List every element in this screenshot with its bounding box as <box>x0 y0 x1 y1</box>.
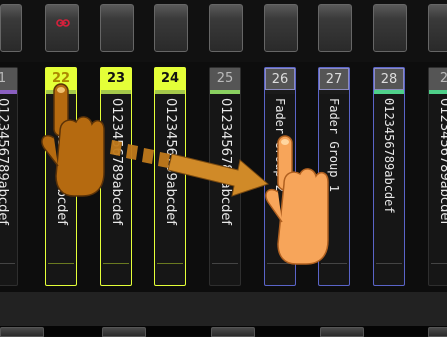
channel-color-stripe <box>319 90 349 94</box>
channel-color-stripe <box>0 90 17 94</box>
channel-strip[interactable]: 2 0123456789abcdef <box>428 67 447 286</box>
channel-number: 2 <box>429 68 447 90</box>
channel-footer <box>0 263 15 283</box>
channel-footer <box>431 263 447 283</box>
link-icon <box>56 19 70 27</box>
channel-number: 26 <box>265 68 295 90</box>
channel-name-label: 0123456789abcdef <box>437 98 447 225</box>
channel-strip[interactable]: 23 0123456789abcdef <box>100 67 132 286</box>
top-bar-button[interactable] <box>264 4 298 52</box>
channel-name-label: 0123456789abcdef <box>54 98 69 225</box>
channel-number: 1 <box>0 68 17 90</box>
channel-number: 24 <box>155 68 185 90</box>
channel-strip[interactable]: 27 Fader Group 1 <box>318 67 350 286</box>
channel-color-stripe <box>101 90 131 94</box>
lower-panel <box>0 292 447 326</box>
channel-strip[interactable]: 22 0123456789abcdef <box>45 67 77 286</box>
channel-number: 28 <box>374 68 404 90</box>
channel-name-label: 0123456789abcdef <box>163 98 178 225</box>
channel-name-label: 0123456789abcdef <box>0 98 10 225</box>
channel-color-stripe <box>429 90 447 94</box>
channel-number: 27 <box>319 68 349 90</box>
channel-name-label: Fader Group 2 <box>273 98 287 192</box>
channel-strip[interactable]: 26 Fader Group 2 <box>264 67 296 286</box>
channel-strip[interactable]: 1 0123456789abcdef <box>0 67 18 286</box>
channel-name-label: Fader Group 1 <box>327 98 341 192</box>
channel-name-label: 0123456789abcdef <box>218 98 233 225</box>
channel-footer <box>376 263 402 283</box>
channel-strip[interactable]: 24 0123456789abcdef <box>154 67 186 286</box>
channel-color-stripe <box>155 90 185 94</box>
channel-footer <box>48 263 74 283</box>
top-bar-button[interactable] <box>100 4 134 52</box>
top-bar-button[interactable] <box>0 4 22 52</box>
channel-color-stripe <box>374 90 404 94</box>
channel-color-stripe <box>210 90 240 94</box>
top-bar-button[interactable] <box>428 4 447 52</box>
channel-footer <box>103 263 129 283</box>
top-bar-button[interactable] <box>373 4 407 52</box>
channel-footer <box>212 263 238 283</box>
channel-footer <box>267 263 293 283</box>
channel-strip[interactable]: 25 0123456789abcdef <box>209 67 241 286</box>
channel-name-label: 0123456789abcdef <box>109 98 124 225</box>
channel-strip[interactable]: 28 0123456789abcdef <box>373 67 405 286</box>
channel-footer <box>157 263 183 283</box>
channel-color-stripe <box>46 90 76 94</box>
top-bar-button[interactable] <box>318 4 352 52</box>
channel-number: 23 <box>101 68 131 90</box>
top-bar-button[interactable] <box>154 4 188 52</box>
channel-color-stripe <box>265 90 295 94</box>
top-bar-button[interactable] <box>209 4 243 52</box>
channel-name-label: 0123456789abcdef <box>382 98 396 214</box>
channel-number: 22 <box>46 68 76 90</box>
channel-number: 25 <box>210 68 240 90</box>
channel-footer <box>321 263 347 283</box>
top-bar-button[interactable] <box>45 4 79 52</box>
